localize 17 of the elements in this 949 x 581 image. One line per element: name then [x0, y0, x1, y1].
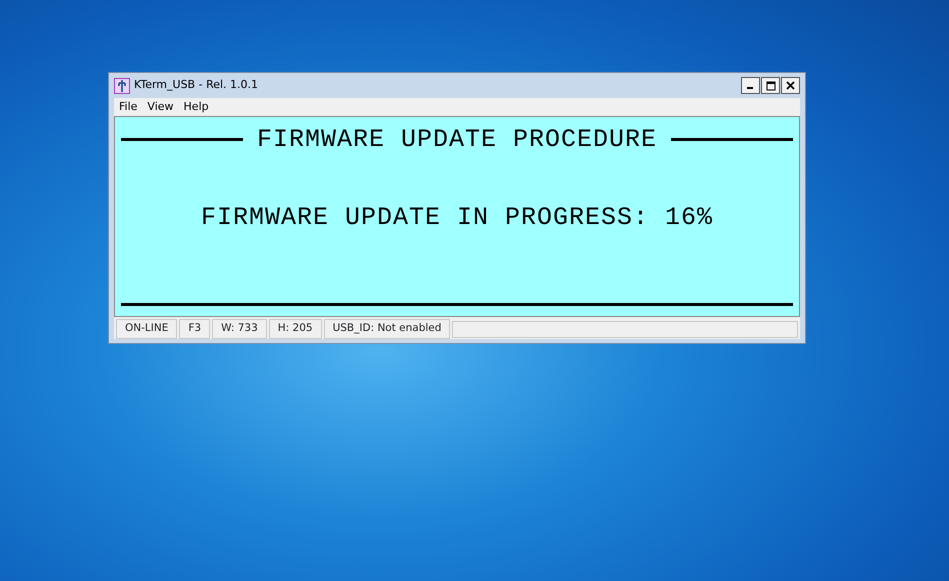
- status-field: F3: [179, 319, 210, 339]
- status-field: ON-LINE: [116, 319, 178, 339]
- status-field: W: 733: [212, 319, 267, 339]
- status-field: H: 205: [268, 319, 322, 339]
- close-button[interactable]: [781, 77, 800, 94]
- close-icon: [786, 81, 795, 90]
- maximize-icon: [766, 80, 776, 90]
- status-field: USB_ID: Not enabled: [324, 319, 450, 339]
- menu-item[interactable]: View: [142, 98, 179, 116]
- minimize-button[interactable]: [741, 77, 760, 94]
- menu-item[interactable]: Help: [178, 98, 214, 116]
- terminal-heading: FIRMWARE UPDATE PROCEDURE: [256, 124, 658, 156]
- maximize-button[interactable]: [761, 77, 780, 94]
- progress-message: FIRMWARE UPDATE IN PROGRESS: 16%: [200, 202, 714, 234]
- window-title: KTerm_USB - Rel. 1.0.1: [134, 77, 258, 94]
- app-icon: [114, 78, 130, 94]
- menu-item[interactable]: File: [114, 98, 142, 116]
